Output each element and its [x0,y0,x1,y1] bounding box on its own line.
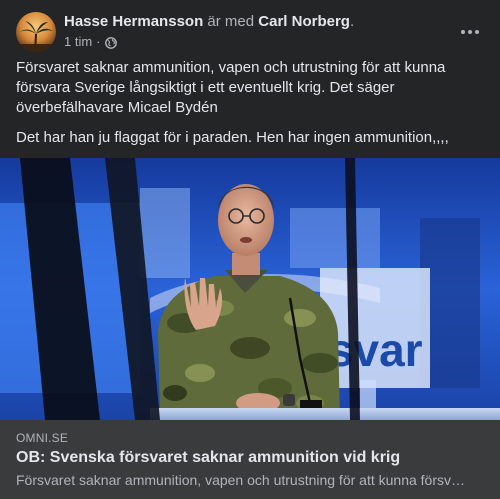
more-options-icon[interactable] [456,18,484,46]
author-avatar[interactable] [16,12,56,52]
post-image[interactable]: rsvar [0,158,500,420]
link-preview-card[interactable]: OMNI.SE OB: Svenska försvaret saknar amm… [0,420,500,499]
post-timestamp[interactable]: 1 tim [64,33,92,51]
facebook-post: Hasse Hermansson är med Carl Norberg. 1 … [0,0,500,499]
post-text: Försvaret saknar ammunition, vapen och u… [16,58,484,158]
author-name[interactable]: Hasse Hermansson [64,13,203,30]
link-domain: OMNI.SE [16,431,69,445]
globe-icon[interactable] [104,36,117,49]
post-header: Hasse Hermansson är med Carl Norberg. 1 … [16,12,484,56]
tagged-suffix: . [349,13,355,30]
link-title[interactable]: OB: Svenska försvaret saknar ammunition … [16,448,484,468]
link-description: Försvaret saknar ammunition, vapen och u… [16,472,468,488]
meta-separator: · [96,34,101,49]
tagged-person[interactable]: Carl Norberg [258,13,350,30]
with-text: är med [207,13,255,30]
post-paragraph-2: Det har han ju flaggat för i paraden. He… [16,129,449,146]
post-meta: 1 tim · [64,33,117,51]
post-author-line: Hasse Hermansson är med Carl Norberg. [64,12,354,32]
post-paragraph-1: Försvaret saknar ammunition, vapen och u… [16,59,446,116]
press-conference-photo: rsvar [0,158,500,420]
